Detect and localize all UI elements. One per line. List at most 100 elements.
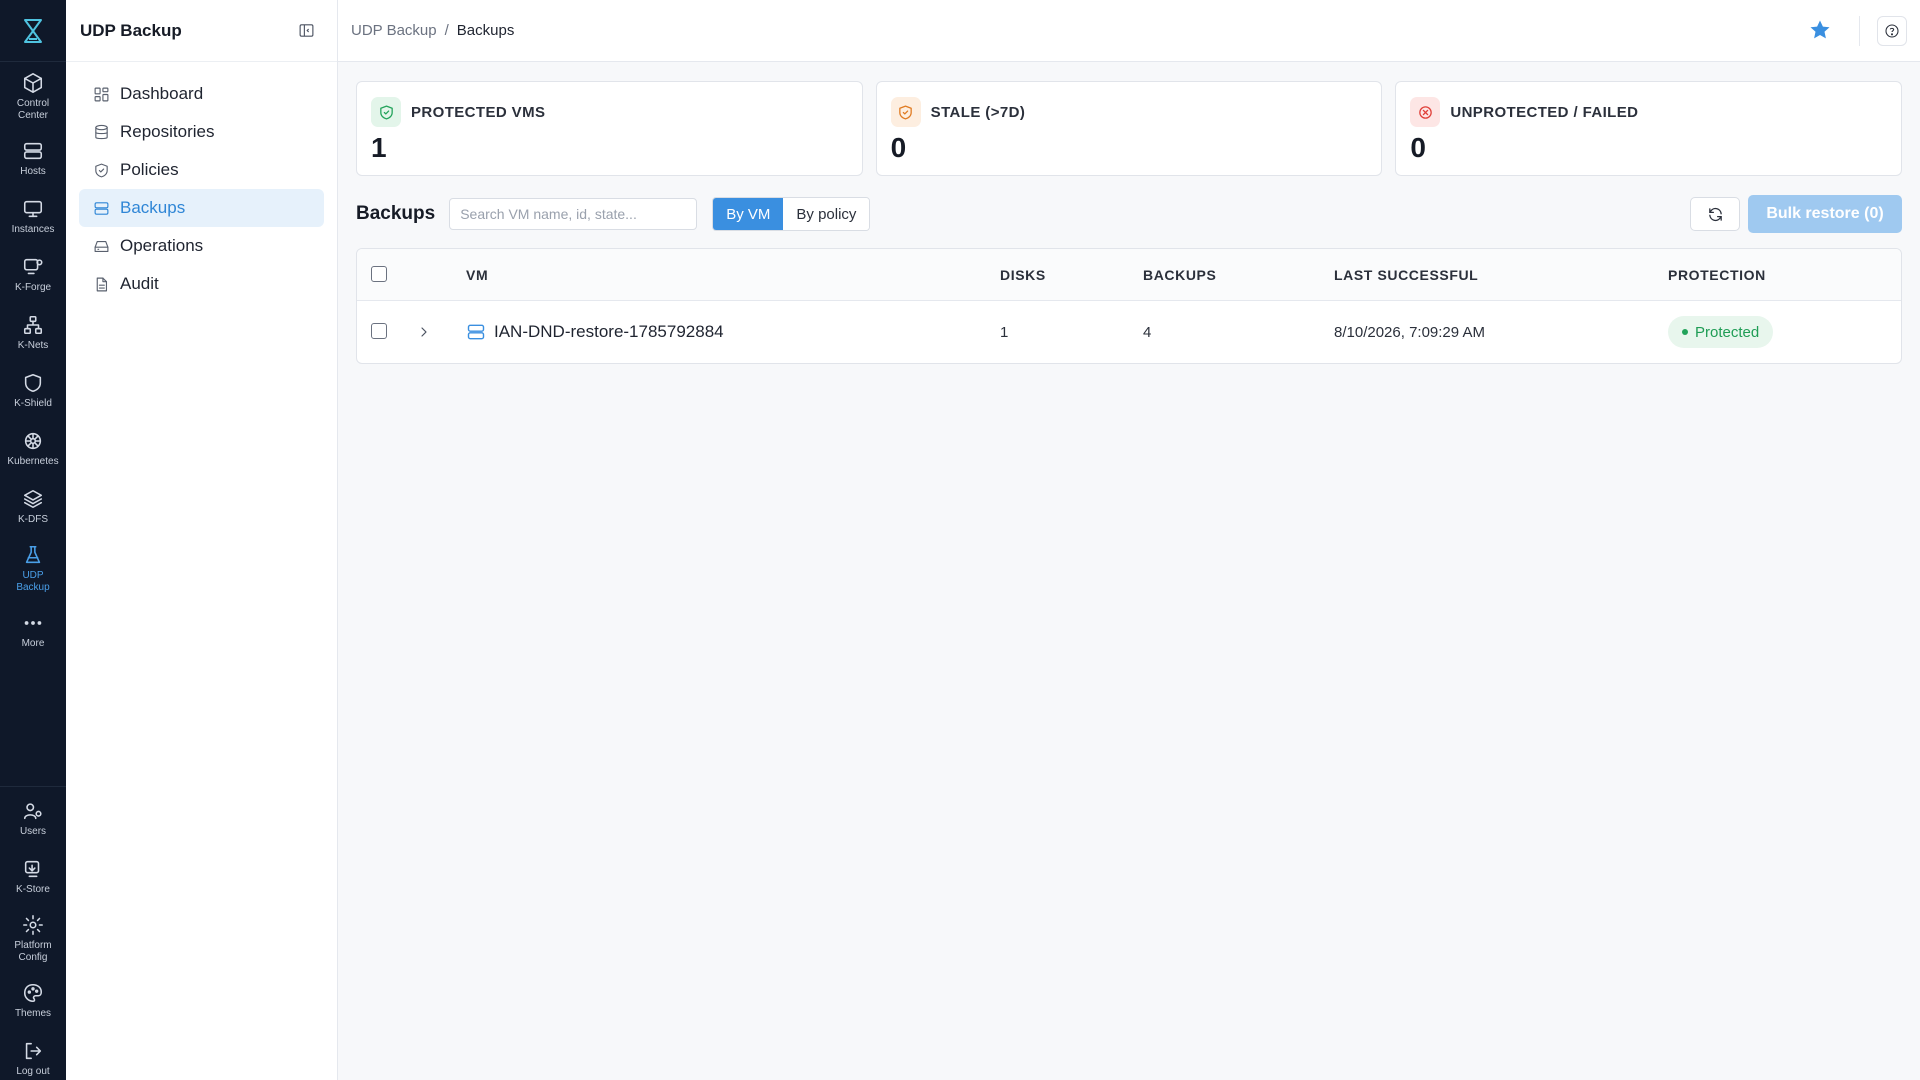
app-rail: Control Center Hosts Instances K-Forge K…: [0, 0, 66, 1080]
sidebar-item-operations[interactable]: Operations: [79, 227, 324, 265]
sidebar-item-repositories[interactable]: Repositories: [79, 113, 324, 151]
rail-item-k-shield[interactable]: K-Shield: [0, 372, 66, 410]
cell-last-successful: 8/10/2026, 7:09:29 AM: [1334, 323, 1485, 341]
rail-item-hosts[interactable]: Hosts: [0, 140, 66, 178]
stat-label: STALE (>7D): [930, 103, 1026, 121]
expand-row-button[interactable]: [416, 324, 432, 340]
rail-item-log-out[interactable]: Log out: [0, 1040, 66, 1078]
column-header-last-successful[interactable]: LAST SUCCESSFUL: [1334, 267, 1478, 283]
table-row[interactable]: IAN-DND-restore-1785792884 1 4 8/10/2026…: [357, 301, 1901, 363]
rail-divider: [0, 786, 66, 787]
view-by-policy-button[interactable]: By policy: [783, 198, 870, 230]
breadcrumb-separator: /: [444, 22, 449, 39]
rail-item-k-store[interactable]: K-Store: [0, 858, 66, 896]
sidebar-item-backups[interactable]: Backups: [79, 189, 324, 227]
view-toggle: By VM By policy: [712, 197, 871, 231]
sidebar-item-policies[interactable]: Policies: [79, 151, 324, 189]
rail-item-label: K-Store: [16, 884, 50, 895]
x-circle-icon: [1410, 97, 1441, 127]
sidebar-item-label: Backups: [120, 198, 186, 217]
rail-item-label: Log out: [16, 1066, 50, 1077]
stat-label: UNPROTECTED / FAILED: [1450, 103, 1639, 121]
column-header-backups[interactable]: BACKUPS: [1143, 267, 1216, 283]
favorite-button[interactable]: [1808, 18, 1834, 44]
search-input[interactable]: [449, 198, 698, 230]
stat-value: 0: [890, 132, 907, 163]
rail-item-label: K-Shield: [14, 398, 52, 409]
breadcrumb-root[interactable]: UDP Backup: [351, 22, 437, 39]
sidebar-item-label: Audit: [120, 274, 159, 293]
sidebar-title: UDP Backup: [80, 20, 182, 40]
backups-toolbar: Backups By VM By policy Bulk restore (0): [356, 195, 1902, 233]
app-logo[interactable]: [0, 0, 66, 62]
stat-label: PROTECTED VMS: [411, 103, 546, 121]
sidebar-item-label: Policies: [120, 160, 179, 179]
rail-item-label: More: [21, 638, 45, 649]
hard-drive-icon: [94, 240, 109, 252]
column-header-vm[interactable]: VM: [466, 267, 488, 283]
sidebar: UDP Backup Dashboard Repositories Polici…: [66, 0, 338, 1080]
main-content: PROTECTED VMS 1 STALE (>7D) 0 UNPROTECTE…: [356, 81, 1903, 364]
shield-icon: [24, 373, 42, 393]
stats-row: PROTECTED VMS 1 STALE (>7D) 0 UNPROTECTE…: [356, 81, 1903, 176]
rail-item-platform-config[interactable]: Platform Config: [0, 914, 66, 964]
gear-icon: [23, 915, 43, 935]
sidebar-item-label: Operations: [120, 236, 204, 255]
row-checkbox[interactable]: [371, 323, 387, 339]
refresh-button[interactable]: [1690, 197, 1740, 231]
rail-item-control-center[interactable]: Control Center: [0, 72, 66, 122]
rail-item-k-nets[interactable]: K-Nets: [0, 314, 66, 352]
network-icon: [23, 315, 43, 335]
users-icon: [23, 803, 42, 820]
toolbar-divider: [1859, 16, 1860, 46]
rail-item-label: K-Forge: [14, 282, 52, 293]
help-button[interactable]: [1877, 16, 1907, 46]
rail-item-k-forge[interactable]: K-Forge: [0, 256, 66, 294]
status-dot: [1682, 329, 1688, 335]
rail-item-users[interactable]: Users: [0, 800, 66, 838]
rail-item-more[interactable]: More: [0, 612, 66, 650]
rail-item-k-dfs[interactable]: K-DFS: [0, 488, 66, 526]
sidebar-nav: Dashboard Repositories Policies Backups …: [66, 62, 337, 303]
stat-card-stale: STALE (>7D) 0: [875, 81, 1383, 176]
sidebar-item-dashboard[interactable]: Dashboard: [79, 75, 324, 113]
chevron-right-icon: [421, 327, 427, 337]
rail-item-label: Instances: [11, 224, 55, 235]
shield-check-icon: [371, 97, 401, 127]
server-icon: [467, 324, 485, 340]
backups-table: VM DISKS BACKUPS LAST SUCCESSFUL PROTECT…: [356, 248, 1902, 364]
bulk-restore-button[interactable]: Bulk restore (0): [1748, 195, 1902, 233]
store-icon: [24, 860, 40, 878]
rail-item-label: Platform Config: [14, 940, 52, 963]
cell-disks: 1: [1000, 323, 1009, 341]
rail-item-instances[interactable]: Instances: [0, 198, 66, 236]
rail-item-themes[interactable]: Themes: [0, 982, 66, 1020]
column-header-disks[interactable]: DISKS: [1000, 267, 1046, 283]
view-by-vm-button[interactable]: By VM: [713, 198, 784, 230]
collapse-sidebar-button[interactable]: [295, 20, 317, 42]
cell-backups: 4: [1143, 323, 1152, 341]
ellipsis-icon: [24, 621, 42, 625]
palette-icon: [23, 983, 43, 1003]
flask-icon: [25, 545, 41, 564]
file-text-icon: [96, 277, 108, 291]
hourglass-logo-icon: [24, 18, 42, 43]
rail-item-kubernetes[interactable]: Kubernetes: [0, 430, 66, 468]
grid-icon: [94, 87, 109, 101]
vm-name[interactable]: IAN-DND-restore-1785792884: [466, 322, 724, 342]
layers-icon: [23, 489, 43, 509]
rail-item-label: K-DFS: [18, 514, 48, 525]
monitor-gear-icon: [23, 258, 43, 275]
sidebar-item-audit[interactable]: Audit: [79, 265, 324, 303]
column-header-protection[interactable]: PROTECTION: [1668, 267, 1766, 283]
shield-check-icon: [95, 163, 108, 177]
stat-value: 0: [1410, 132, 1426, 163]
status-badge: Protected: [1668, 316, 1774, 348]
vm-name-text: IAN-DND-restore-1785792884: [494, 322, 724, 341]
refresh-icon: [1708, 207, 1722, 221]
sidebar-item-label: Repositories: [120, 122, 215, 141]
server-icon: [23, 142, 43, 160]
helm-icon: [24, 432, 42, 450]
rail-item-udp-backup[interactable]: UDP Backup: [0, 544, 66, 594]
select-all-checkbox[interactable]: [371, 266, 387, 282]
